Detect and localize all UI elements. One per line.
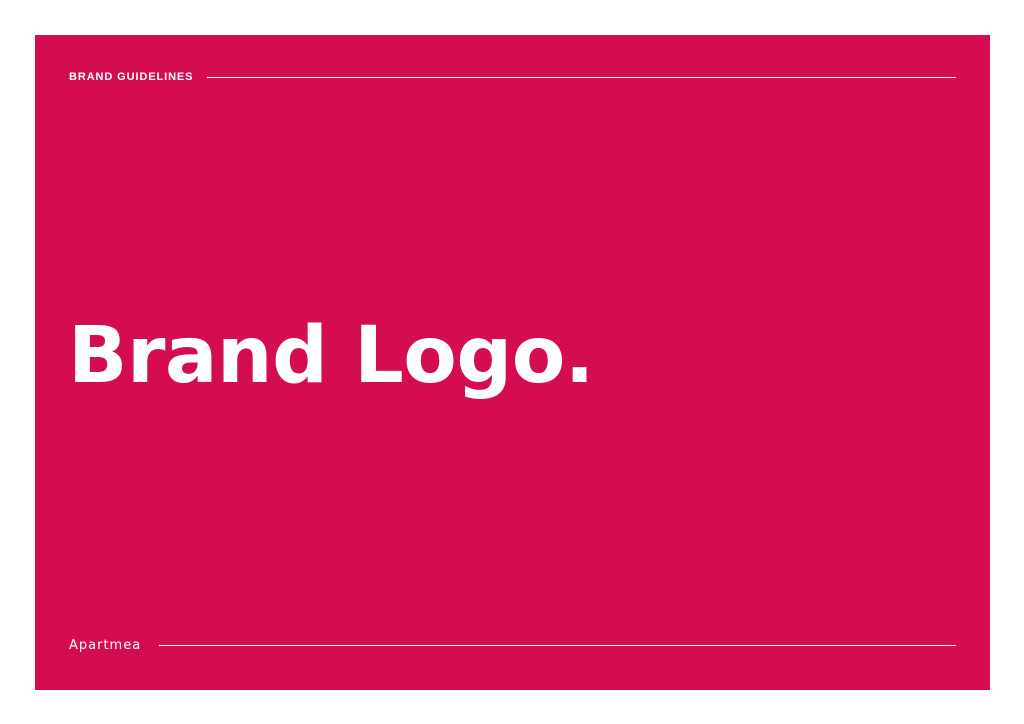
footer-divider xyxy=(159,644,956,646)
apartmea-logo: Apartmea xyxy=(69,637,142,653)
section-label: BRAND GUIDELINES xyxy=(69,71,194,83)
page-header: BRAND GUIDELINES xyxy=(69,69,956,85)
brand-guidelines-page: BRAND GUIDELINES Brand Logo. Apartmea xyxy=(35,35,990,690)
page-title: Brand Logo. xyxy=(68,311,594,401)
page-footer: Apartmea xyxy=(69,636,956,654)
header-divider xyxy=(207,76,956,78)
